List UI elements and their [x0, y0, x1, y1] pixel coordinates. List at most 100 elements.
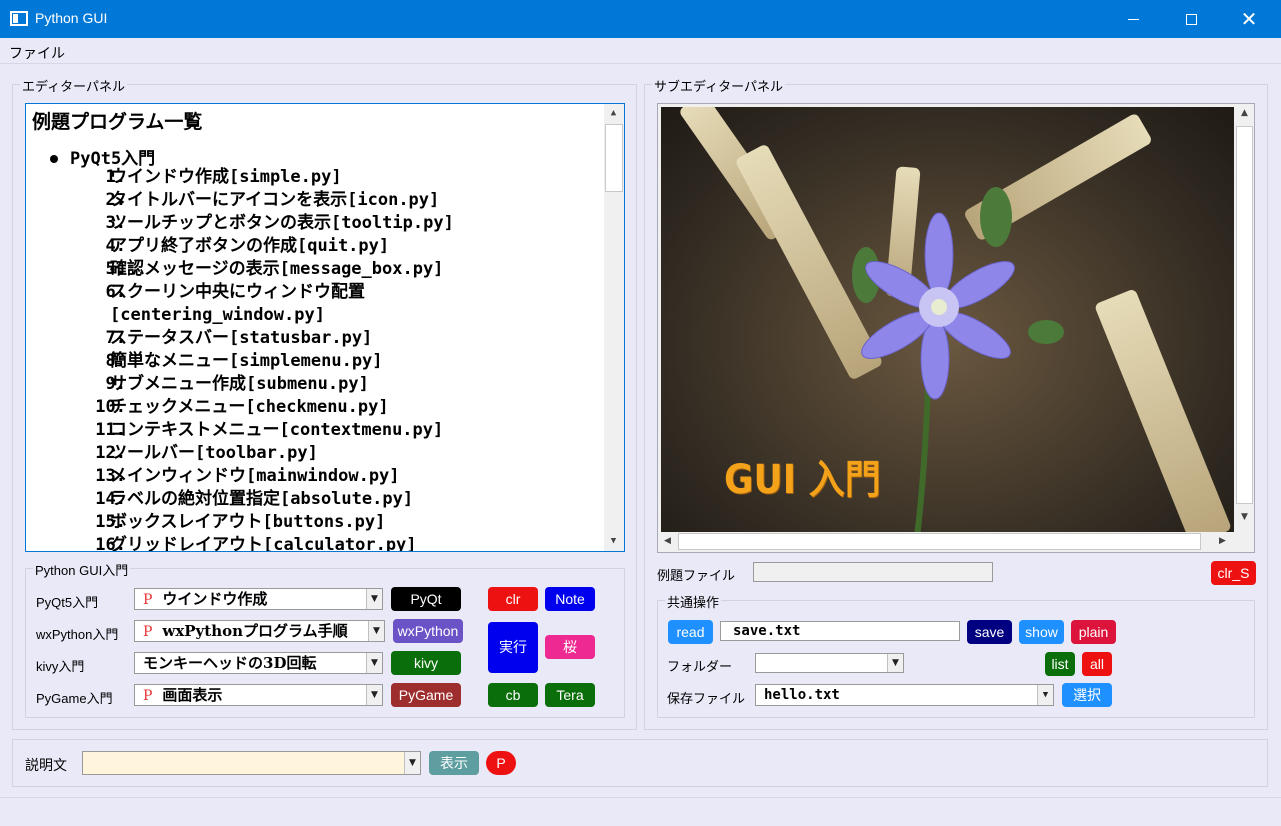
list-item-text: サブメニュー作成[submenu.py] [110, 374, 369, 394]
image-vertical-scrollbar[interactable]: ▲ ▼ [1235, 104, 1254, 534]
list-item: 3. ツールチップとボタンの表示[tooltip.py] [26, 212, 604, 235]
clr-button[interactable]: clr [488, 587, 538, 611]
list-item: 11. コンテキストメニュー[contextmenu.py] [26, 419, 604, 442]
chevron-down-icon[interactable]: ▼ [366, 653, 382, 673]
chevron-down-icon[interactable]: ▼ [366, 589, 382, 609]
pyqt5-combo[interactable]: P ウインドウ作成 ▼ [134, 588, 383, 610]
gui-intro-title: Python GUI入門 [33, 560, 131, 579]
run-button[interactable]: 実行 [488, 622, 538, 673]
list-item-text: アプリ終了ボタンの作成[quit.py] [110, 236, 390, 256]
cb-button[interactable]: cb [488, 683, 538, 707]
kivy-combo[interactable]: モンキーヘッドの3D回転 ▼ [134, 652, 383, 674]
list-item: 14. ラベルの絶対位置指定[absolute.py] [26, 488, 604, 511]
save-button[interactable]: save [967, 620, 1012, 644]
chevron-down-icon[interactable]: ▼ [366, 685, 382, 705]
status-bar [0, 797, 1281, 826]
example-file-field[interactable] [753, 562, 993, 582]
list-button[interactable]: list [1045, 652, 1075, 676]
scroll-down-icon[interactable]: ▼ [604, 532, 623, 551]
kivy-label: kivy入門 [36, 659, 85, 674]
image-view[interactable]: GUI 入門 ▲ ▼ ◀ ▶ [657, 103, 1255, 553]
list-item-text: [centering_window.py] [110, 305, 325, 325]
flower-photo: GUI 入門 [661, 107, 1234, 532]
window-title: Python GUI [35, 10, 108, 26]
scroll-thumb[interactable] [1236, 126, 1253, 504]
app-icon [10, 11, 28, 26]
list-item-text: スクーリン中央にウィンドウ配置 [110, 282, 365, 302]
list-item: 13. メインウィンドウ[mainwindow.py] [26, 465, 604, 488]
show-button[interactable]: show [1019, 620, 1064, 644]
image-caption: GUI 入門 [724, 457, 881, 503]
list-item: 5. 確認メッセージの表示[message_box.py] [26, 258, 604, 281]
minimize-button[interactable] [1104, 0, 1162, 38]
bullet-icon [50, 155, 58, 163]
pyqt-button[interactable]: PyQt [391, 587, 461, 611]
all-button[interactable]: all [1082, 652, 1112, 676]
scroll-thumb[interactable] [678, 533, 1201, 550]
scroll-up-icon[interactable]: ▲ [604, 104, 623, 123]
wxpython-combo[interactable]: PwxPythonプログラム手順 ▼ [134, 620, 385, 642]
kivy-button[interactable]: kivy [391, 651, 461, 675]
image-horizontal-scrollbar[interactable]: ◀ ▶ [658, 532, 1236, 552]
clr-s-button[interactable]: clr_S [1211, 561, 1256, 585]
list-item: 6. スクーリン中央にウィンドウ配置 [26, 281, 604, 304]
pygame-button[interactable]: PyGame [391, 683, 461, 707]
read-button[interactable]: read [668, 620, 713, 644]
list-item-text: ツールチップとボタンの表示[tooltip.py] [110, 213, 454, 233]
common-file-field[interactable]: save.txt [720, 621, 960, 641]
scroll-up-icon[interactable]: ▲ [1235, 104, 1254, 123]
description-combo[interactable]: ▼ [82, 751, 421, 775]
save-file-combo[interactable]: hello.txt ▼ [755, 684, 1054, 706]
list-item-text: コンテキストメニュー[contextmenu.py] [110, 420, 444, 440]
list-item: 9. サブメニュー作成[submenu.py] [26, 373, 604, 396]
editor-panel-title: エディターパネル [20, 76, 127, 95]
p-mark-icon: P [143, 624, 153, 640]
editor-heading: 例題プログラム一覧 [32, 111, 203, 133]
folder-label: フォルダー [667, 659, 733, 674]
folder-combo[interactable]: ▼ [755, 653, 904, 673]
list-item: 8. 簡単なメニュー[simplemenu.py] [26, 350, 604, 373]
menu-bar: ファイル [0, 38, 1281, 64]
list-item: 12. ツールバー[toolbar.py] [26, 442, 604, 465]
pygame-label: PyGame入門 [36, 691, 113, 706]
list-item-text: チェックメニュー[checkmenu.py] [110, 397, 389, 417]
list-item-text: ラベルの絶対位置指定[absolute.py] [110, 489, 414, 509]
p-button[interactable]: P [486, 751, 516, 775]
example-file-label: 例題ファイル [657, 568, 736, 583]
description-label: 説明文 [25, 757, 67, 773]
display-button[interactable]: 表示 [429, 751, 479, 775]
close-button[interactable]: ✕ [1220, 0, 1278, 38]
list-item: 4. アプリ終了ボタンの作成[quit.py] [26, 235, 604, 258]
editor-vertical-scrollbar[interactable]: ▲ ▼ [604, 104, 624, 551]
sakura-button[interactable]: 桜 [545, 635, 595, 659]
minimize-icon [1127, 19, 1139, 20]
note-button[interactable]: Note [545, 587, 595, 611]
wxpython-button[interactable]: wxPython [393, 619, 463, 643]
list-item: 15. ボックスレイアウト[buttons.py] [26, 511, 604, 534]
menu-file[interactable]: ファイル [9, 43, 65, 63]
list-item-text: タイトルバーにアイコンを表示[icon.py] [110, 190, 440, 210]
scroll-left-icon[interactable]: ◀ [658, 532, 677, 551]
title-bar: Python GUI ✕ [0, 0, 1281, 38]
list-item-text: 簡単なメニュー[simplemenu.py] [110, 351, 383, 371]
maximize-button[interactable] [1162, 0, 1220, 38]
list-item: 10. チェックメニュー[checkmenu.py] [26, 396, 604, 419]
list-item-text: 確認メッセージの表示[message_box.py] [110, 259, 444, 279]
tera-button[interactable]: Tera [545, 683, 595, 707]
wxpython-label: wxPython入門 [36, 627, 119, 642]
scroll-thumb[interactable] [605, 124, 623, 192]
chevron-down-icon[interactable]: ▼ [887, 654, 903, 672]
p-mark-icon: P [143, 592, 153, 608]
scroll-right-icon[interactable]: ▶ [1213, 532, 1232, 551]
chevron-down-icon[interactable]: ▼ [368, 621, 384, 641]
plain-button[interactable]: plain [1071, 620, 1116, 644]
list-item-text: ツールバー[toolbar.py] [110, 443, 318, 463]
pygame-combo[interactable]: P 画面表示 ▼ [134, 684, 383, 706]
editor-text-area[interactable]: 例題プログラム一覧 PyQt5入門 1. ウインドウ作成[simple.py] 2.… [25, 103, 625, 552]
close-icon: ✕ [1240, 7, 1258, 31]
scroll-down-icon[interactable]: ▼ [1235, 508, 1254, 527]
chevron-down-icon[interactable]: ▼ [404, 752, 420, 774]
select-button[interactable]: 選択 [1062, 683, 1112, 707]
pyqt5-label: PyQt5入門 [36, 595, 99, 610]
chevron-down-icon[interactable]: ▼ [1037, 685, 1053, 705]
